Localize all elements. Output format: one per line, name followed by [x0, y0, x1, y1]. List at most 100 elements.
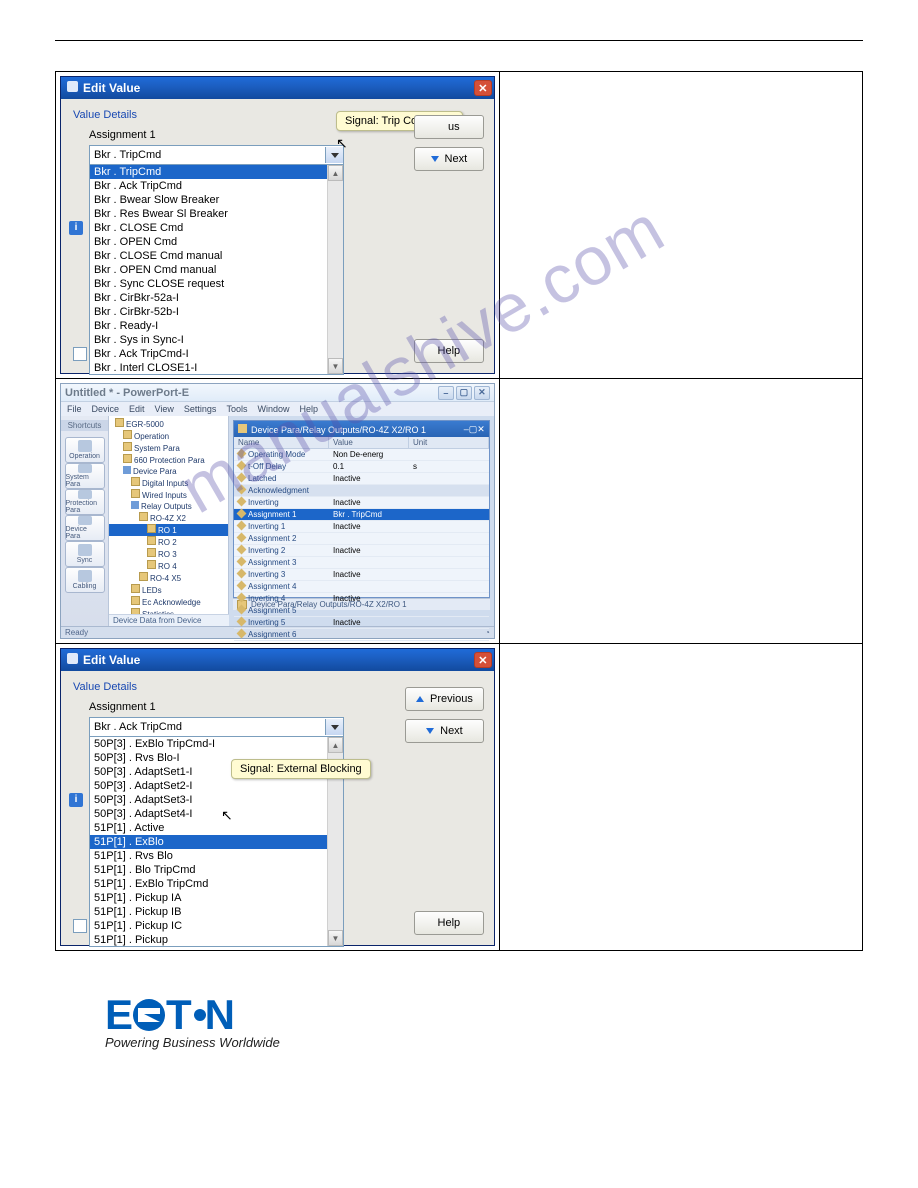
table-row[interactable]: Inverting 5Inactive [234, 617, 489, 629]
list-item[interactable]: 51P[1] . Pickup IC [90, 919, 327, 933]
list-item[interactable]: 51P[1] . Rvs Blo [90, 849, 327, 863]
tree-node[interactable]: EGR-5000 [109, 418, 228, 430]
list-item[interactable]: 51P[1] . ExBlo [90, 835, 327, 849]
list-item[interactable]: Bkr . OPEN Cmd [90, 235, 327, 249]
list-item[interactable]: 51P[1] . ExBlo TripCmd [90, 877, 327, 891]
tree-node[interactable]: Wired Inputs [109, 489, 228, 501]
tree-node[interactable]: Digital Inputs [109, 477, 228, 489]
tree-node[interactable]: Device Para [109, 466, 228, 477]
list-item[interactable]: Bkr . TripCmd [90, 165, 327, 179]
list-item[interactable]: Bkr . Interl CLOSE1-I [90, 361, 327, 375]
help-button[interactable]: Help [414, 911, 484, 935]
scroll-up-icon[interactable]: ▲ [328, 165, 343, 181]
minimize-icon[interactable]: – [438, 386, 454, 400]
close-icon[interactable]: ✕ [474, 652, 492, 668]
list-item[interactable]: Bkr . CirBkr-52b-I [90, 305, 327, 319]
tree-node[interactable]: LEDs [109, 584, 228, 596]
table-row[interactable]: Operating ModeNon De-energ [234, 449, 489, 461]
list-item[interactable]: 51P[1] . Pickup [90, 933, 327, 947]
tree-node[interactable]: System Para [109, 442, 228, 454]
nav-tree[interactable]: EGR-5000OperationSystem Para660 Protecti… [109, 416, 229, 614]
close-icon[interactable]: ✕ [474, 80, 492, 96]
list-item[interactable]: Bkr . Res Bwear Sl Breaker [90, 207, 327, 221]
tree-node[interactable]: RO-4Z X2 [109, 512, 228, 524]
list-item[interactable]: Bkr . Ack TripCmd-I [90, 347, 327, 361]
checkbox[interactable] [73, 347, 87, 361]
table-row[interactable]: Inverting 1Inactive [234, 521, 489, 533]
list-item[interactable]: 50P[3] . AdaptSet3-I [90, 793, 327, 807]
assignment-dropdown[interactable]: Bkr . Ack TripCmd [89, 717, 344, 737]
shortcut-button[interactable]: Device Para [65, 515, 105, 541]
menu-item[interactable]: File [67, 404, 82, 414]
tree-node[interactable]: Operation [109, 430, 228, 442]
scroll-down-icon[interactable]: ▼ [328, 930, 343, 946]
list-item[interactable]: 51P[1] . Active [90, 821, 327, 835]
shortcut-button[interactable]: Sync [65, 541, 105, 567]
list-item[interactable]: Bkr . Sys in Sync-I [90, 333, 327, 347]
list-item[interactable]: Bkr . Sync CLOSE request [90, 277, 327, 291]
previous-button-partial[interactable]: us [414, 115, 484, 139]
table-row[interactable]: t-Off Delay0.1s [234, 461, 489, 473]
table-row[interactable]: Assignment 3 [234, 557, 489, 569]
menubar[interactable]: File Device Edit View Settings Tools Window Hel… [61, 402, 494, 416]
list-item[interactable]: 51P[1] . Pickup IB [90, 905, 327, 919]
tree-node[interactable]: RO 3 [109, 548, 228, 560]
list-item[interactable]: Bkr . CirBkr-52a-I [90, 291, 327, 305]
dialog-titlebar: Edit Value ✕ [61, 77, 494, 99]
close-icon[interactable]: ✕ [477, 424, 485, 434]
next-button[interactable]: Next [414, 147, 484, 171]
list-item[interactable]: 50P[3] . AdaptSet4-I [90, 807, 327, 821]
menu-item[interactable]: Settings [184, 404, 217, 414]
table-row[interactable]: LatchedInactive [234, 473, 489, 485]
table-row[interactable]: Inverting 3Inactive [234, 569, 489, 581]
list-item[interactable]: Bkr . OPEN Cmd manual [90, 263, 327, 277]
table-row[interactable]: InvertingInactive [234, 497, 489, 509]
table-row[interactable]: Acknowledgment [234, 485, 489, 497]
list-item[interactable]: 51P[1] . Pickup IA [90, 891, 327, 905]
list-item[interactable]: 50P[3] . ExBlo TripCmd-I [90, 737, 327, 751]
scrollbar[interactable]: ▲ ▼ [327, 165, 343, 374]
tree-node[interactable]: RO-4 X5 [109, 572, 228, 584]
table-row[interactable]: Assignment 4 [234, 581, 489, 593]
list-item[interactable]: Bkr . CLOSE Cmd [90, 221, 327, 235]
list-item[interactable]: Bkr . Ready-I [90, 319, 327, 333]
shortcut-button[interactable]: Protection Para [65, 489, 105, 515]
maximize-icon[interactable]: ▢ [456, 386, 472, 400]
list-item[interactable]: 50P[3] . AdaptSet2-I [90, 779, 327, 793]
menu-item[interactable]: Edit [129, 404, 145, 414]
scroll-up-icon[interactable]: ▲ [328, 737, 343, 753]
assignment-listbox[interactable]: Bkr . TripCmdBkr . Ack TripCmdBkr . Bwea… [89, 165, 344, 375]
menu-item[interactable]: Tools [226, 404, 247, 414]
menu-item[interactable]: Help [299, 404, 318, 414]
shortcut-button[interactable]: System Para [65, 463, 105, 489]
list-item[interactable]: Bkr . Bwear Slow Breaker [90, 193, 327, 207]
menu-item[interactable]: View [155, 404, 174, 414]
list-item[interactable]: 51P[1] . Blo TripCmd [90, 863, 327, 877]
dropdown-value: Bkr . TripCmd [94, 149, 161, 161]
assignment-dropdown[interactable]: Bkr . TripCmd [89, 145, 344, 165]
table-row[interactable]: Assignment 1Bkr . TripCmd [234, 509, 489, 521]
chevron-down-icon[interactable] [325, 147, 343, 163]
close-icon[interactable]: ✕ [474, 386, 490, 400]
chevron-down-icon[interactable] [325, 719, 343, 735]
menu-item[interactable]: Device [92, 404, 120, 414]
tree-node[interactable]: Ec Acknowledge [109, 596, 228, 608]
menu-item[interactable]: Window [257, 404, 289, 414]
next-button[interactable]: Next [405, 719, 484, 743]
tree-node[interactable]: RO 2 [109, 536, 228, 548]
shortcut-button[interactable]: Cabling [65, 567, 105, 593]
tree-node[interactable]: Relay Outputs [109, 501, 228, 512]
tree-node[interactable]: RO 1 [109, 524, 228, 536]
table-row[interactable]: Assignment 6 [234, 629, 489, 641]
tree-node[interactable]: 660 Protection Para [109, 454, 228, 466]
tree-node[interactable]: RO 4 [109, 560, 228, 572]
table-row[interactable]: Inverting 2Inactive [234, 545, 489, 557]
previous-button[interactable]: Previous [405, 687, 484, 711]
table-row[interactable]: Assignment 2 [234, 533, 489, 545]
shortcut-button[interactable]: Operation [65, 437, 105, 463]
list-item[interactable]: Bkr . CLOSE Cmd manual [90, 249, 327, 263]
checkbox[interactable] [73, 919, 87, 933]
help-button[interactable]: Help [414, 339, 484, 363]
list-item[interactable]: Bkr . Ack TripCmd [90, 179, 327, 193]
scroll-down-icon[interactable]: ▼ [328, 358, 343, 374]
